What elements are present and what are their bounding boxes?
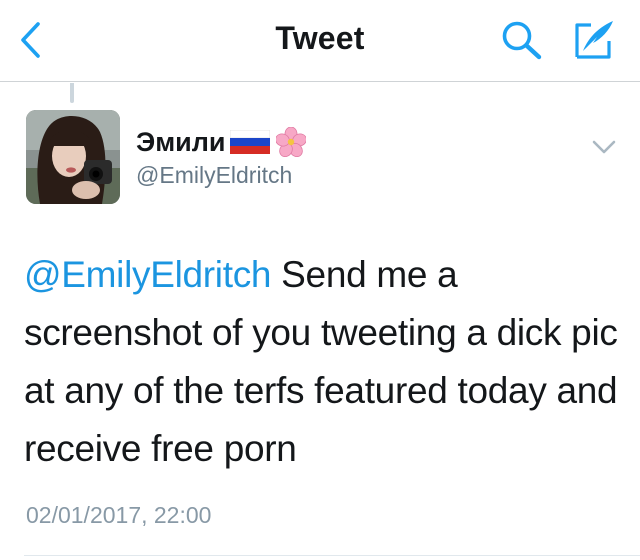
divider	[24, 555, 640, 556]
navigation-bar: Tweet	[0, 0, 640, 82]
chevron-down-icon	[592, 140, 616, 154]
author-name-row[interactable]: Эмили	[136, 120, 307, 164]
chevron-left-icon	[21, 22, 40, 58]
thread-connector-line	[70, 83, 74, 103]
tweet-text: @EmilyEldritch Send me a screenshot of y…	[24, 246, 624, 478]
russia-flag-icon	[229, 129, 270, 154]
mention-link[interactable]: @EmilyEldritch	[24, 254, 271, 295]
timestamp: 02/01/2017, 22:00	[26, 502, 212, 528]
cherry-blossom-icon	[274, 126, 307, 158]
display-name: Эмили	[136, 126, 226, 157]
search-icon	[502, 21, 542, 60]
avatar[interactable]	[26, 110, 120, 204]
tweet-options-button[interactable]	[584, 132, 624, 162]
back-button[interactable]	[12, 20, 48, 60]
username[interactable]: @EmilyEldritch	[136, 162, 292, 189]
profile-photo-icon	[26, 110, 120, 204]
search-button[interactable]	[498, 18, 546, 62]
compose-tweet-button[interactable]	[568, 16, 620, 64]
compose-tweet-icon	[575, 21, 613, 59]
